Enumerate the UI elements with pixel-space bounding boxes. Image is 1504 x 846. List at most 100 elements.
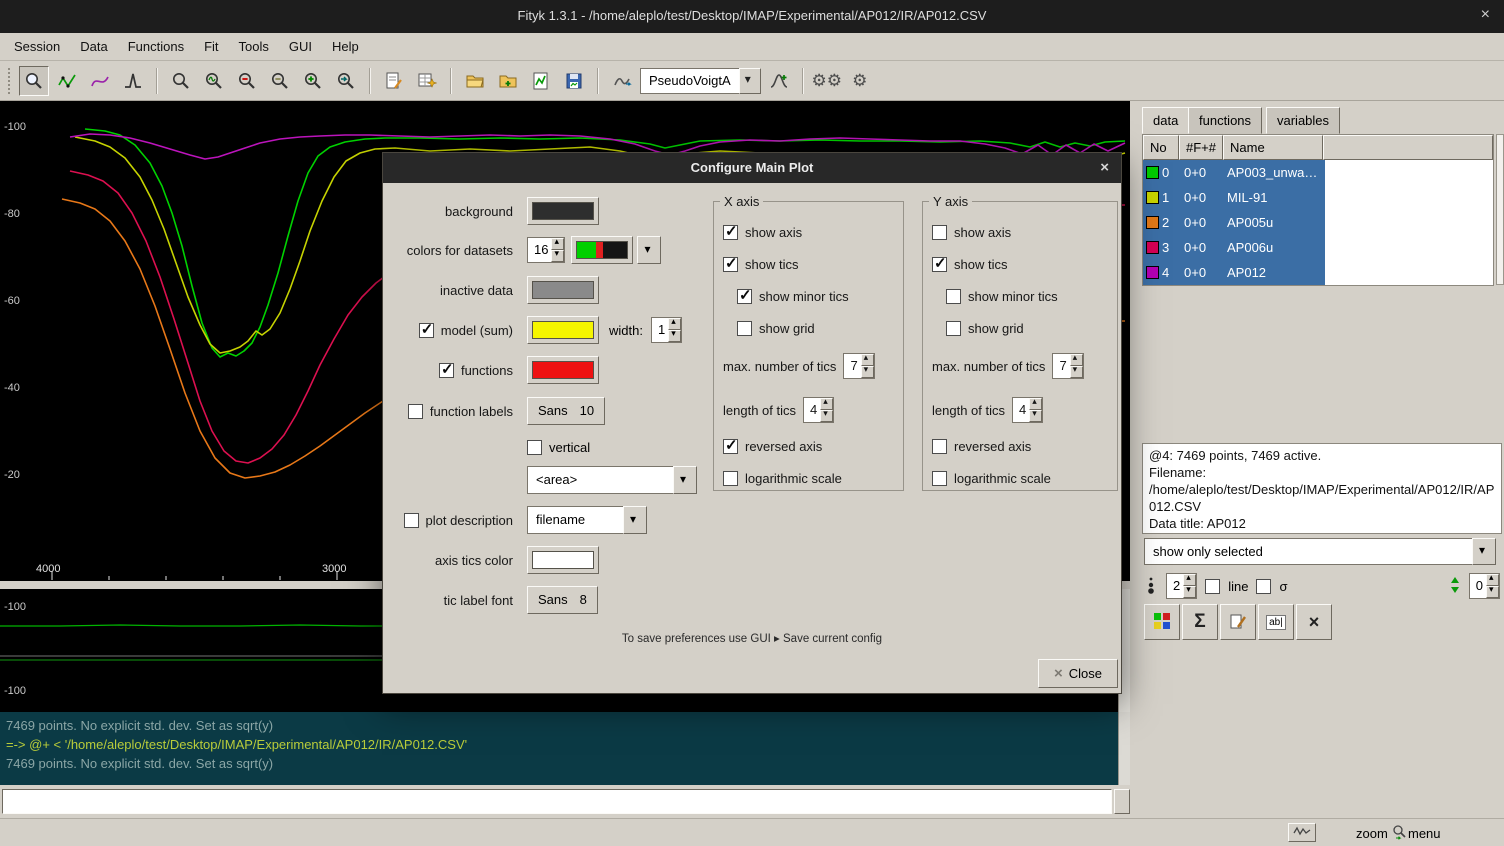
dataset-row[interactable]: 0 0+0 AP003_unwa…	[1143, 160, 1325, 185]
zoom-all-button[interactable]	[166, 66, 196, 96]
background-color-button[interactable]	[527, 197, 599, 225]
model-sum-checkbox[interactable]	[419, 323, 434, 338]
tab-data[interactable]: data	[1142, 107, 1189, 134]
y-show-grid-checkbox[interactable]	[946, 321, 961, 336]
shift-spinner[interactable]: 0	[1469, 573, 1500, 599]
rename-dataset-button[interactable]: ab|	[1258, 604, 1294, 640]
data-transform-button[interactable]	[607, 66, 637, 96]
dataset-row[interactable]: 1 0+0 MIL-91	[1143, 185, 1325, 210]
menu-functions[interactable]: Functions	[118, 34, 194, 59]
menu-gui[interactable]: GUI	[279, 34, 322, 59]
dialog-close-icon[interactable]: ×	[1100, 159, 1109, 176]
dataset-row[interactable]: 3 0+0 AP006u	[1143, 235, 1325, 260]
fit-continue-button[interactable]: ⚙	[845, 66, 875, 96]
plot-description-checkbox[interactable]	[404, 513, 419, 528]
delete-dataset-button[interactable]: ×	[1296, 604, 1332, 640]
zoom-out-button[interactable]	[232, 66, 262, 96]
function-labels-font-button[interactable]: Sans10	[527, 397, 605, 425]
script-editor-button[interactable]	[379, 66, 409, 96]
menu-data[interactable]: Data	[70, 34, 117, 59]
x-max-tics-spinner[interactable]: 7	[843, 353, 874, 379]
y-max-tics-spinner[interactable]: 7	[1052, 353, 1083, 379]
y-show-tics-checkbox[interactable]	[932, 257, 947, 272]
y-logarithmic-checkbox[interactable]	[932, 471, 947, 486]
point-size-spinner[interactable]: 2	[1166, 573, 1197, 599]
dataset-row[interactable]: 4 0+0 AP012	[1143, 260, 1325, 285]
peak-type-combo[interactable]: PseudoVoigtA	[640, 68, 761, 94]
zoom-history-icon[interactable]	[1392, 824, 1407, 843]
model-color-button[interactable]	[527, 316, 599, 344]
console-scrollbar[interactable]	[1118, 712, 1130, 785]
dataset-filter-dropdown-button[interactable]	[1472, 538, 1496, 565]
functions-checkbox[interactable]	[439, 363, 454, 378]
peak-type-value[interactable]: PseudoVoigtA	[640, 68, 739, 94]
label-content-combo[interactable]: <area>	[527, 466, 697, 494]
spin-down-icon[interactable]	[1029, 410, 1042, 422]
spin-down-icon[interactable]	[861, 366, 874, 378]
label-content-value[interactable]: <area>	[527, 466, 673, 494]
dataset-filter-combo[interactable]: show only selected	[1144, 538, 1496, 565]
x-show-grid-checkbox[interactable]	[737, 321, 752, 336]
zoom-menu-button[interactable]: zoom	[1356, 826, 1388, 841]
spin-down-icon[interactable]	[1070, 366, 1083, 378]
inactive-color-button[interactable]	[527, 276, 599, 304]
dataset-colors-swatch-button[interactable]	[571, 236, 633, 264]
y-reversed-axis-checkbox[interactable]	[932, 439, 947, 454]
sidebar-splitter[interactable]	[1130, 101, 1140, 818]
tab-variables[interactable]: variables	[1266, 107, 1340, 134]
fit-run-button[interactable]: ⚙⚙	[812, 66, 842, 96]
window-close-icon[interactable]: ×	[1481, 6, 1490, 24]
tab-functions[interactable]: functions	[1188, 107, 1262, 134]
dataset-palette-button[interactable]	[1144, 604, 1180, 640]
input-history-button[interactable]	[1114, 789, 1130, 814]
sigma-checkbox[interactable]	[1256, 579, 1271, 594]
functions-color-button[interactable]	[527, 356, 599, 384]
vertical-checkbox[interactable]	[527, 440, 542, 455]
model-width-spinner[interactable]: 1	[651, 317, 682, 343]
x-reversed-axis-checkbox[interactable]	[723, 439, 738, 454]
x-show-tics-checkbox[interactable]	[723, 257, 738, 272]
zoom-history-button[interactable]	[331, 66, 361, 96]
spin-down-icon[interactable]	[668, 330, 681, 342]
menu-session[interactable]: Session	[4, 34, 70, 59]
dataset-palette-dropdown[interactable]	[637, 236, 661, 264]
col-header-name[interactable]: Name	[1223, 135, 1323, 160]
dataset-row[interactable]: 2 0+0 AP005u	[1143, 210, 1325, 235]
mode-add-peak-button[interactable]	[118, 66, 148, 96]
spin-down-icon[interactable]	[820, 410, 833, 422]
x-show-minor-tics-checkbox[interactable]	[737, 289, 752, 304]
export-image-button[interactable]	[526, 66, 556, 96]
chevron-down-icon[interactable]	[623, 506, 647, 534]
command-input[interactable]	[2, 789, 1112, 814]
mode-baseline-button[interactable]	[85, 66, 115, 96]
zoom-previous-button[interactable]	[265, 66, 295, 96]
close-button[interactable]: × Close	[1038, 659, 1118, 688]
plot-description-combo[interactable]: filename	[527, 506, 647, 534]
spin-down-icon[interactable]	[1183, 586, 1196, 598]
col-header-fn[interactable]: #F+#	[1179, 135, 1223, 160]
dataset-colors-count-spinner[interactable]: 16	[527, 237, 565, 263]
sum-datasets-button[interactable]: Σ	[1182, 604, 1218, 640]
x-show-axis-checkbox[interactable]	[723, 225, 738, 240]
zoom-in-button[interactable]	[298, 66, 328, 96]
dataset-filter-value[interactable]: show only selected	[1144, 538, 1472, 565]
line-checkbox[interactable]	[1205, 579, 1220, 594]
y-show-axis-checkbox[interactable]	[932, 225, 947, 240]
menu-fit[interactable]: Fit	[194, 34, 228, 59]
menu-help[interactable]: Help	[322, 34, 369, 59]
y-show-minor-tics-checkbox[interactable]	[946, 289, 961, 304]
table-scrollbar[interactable]	[1496, 134, 1504, 285]
auto-add-peak-button[interactable]	[764, 66, 794, 96]
tic-label-font-button[interactable]: Sans8	[527, 586, 598, 614]
chevron-down-icon[interactable]	[637, 236, 661, 264]
axis-tics-color-button[interactable]	[527, 546, 599, 574]
aux-view-button[interactable]	[1288, 823, 1316, 842]
y-tic-length-spinner[interactable]: 4	[1012, 397, 1043, 423]
mode-data-range-button[interactable]	[52, 66, 82, 96]
config-menu-button[interactable]: menu	[1408, 826, 1441, 841]
x-tic-length-spinner[interactable]: 4	[803, 397, 834, 423]
output-console[interactable]: 7469 points. No explicit std. dev. Set a…	[0, 712, 1130, 785]
spin-down-icon[interactable]	[551, 250, 564, 262]
zoom-vertical-button[interactable]	[199, 66, 229, 96]
spin-down-icon[interactable]	[1486, 586, 1499, 598]
